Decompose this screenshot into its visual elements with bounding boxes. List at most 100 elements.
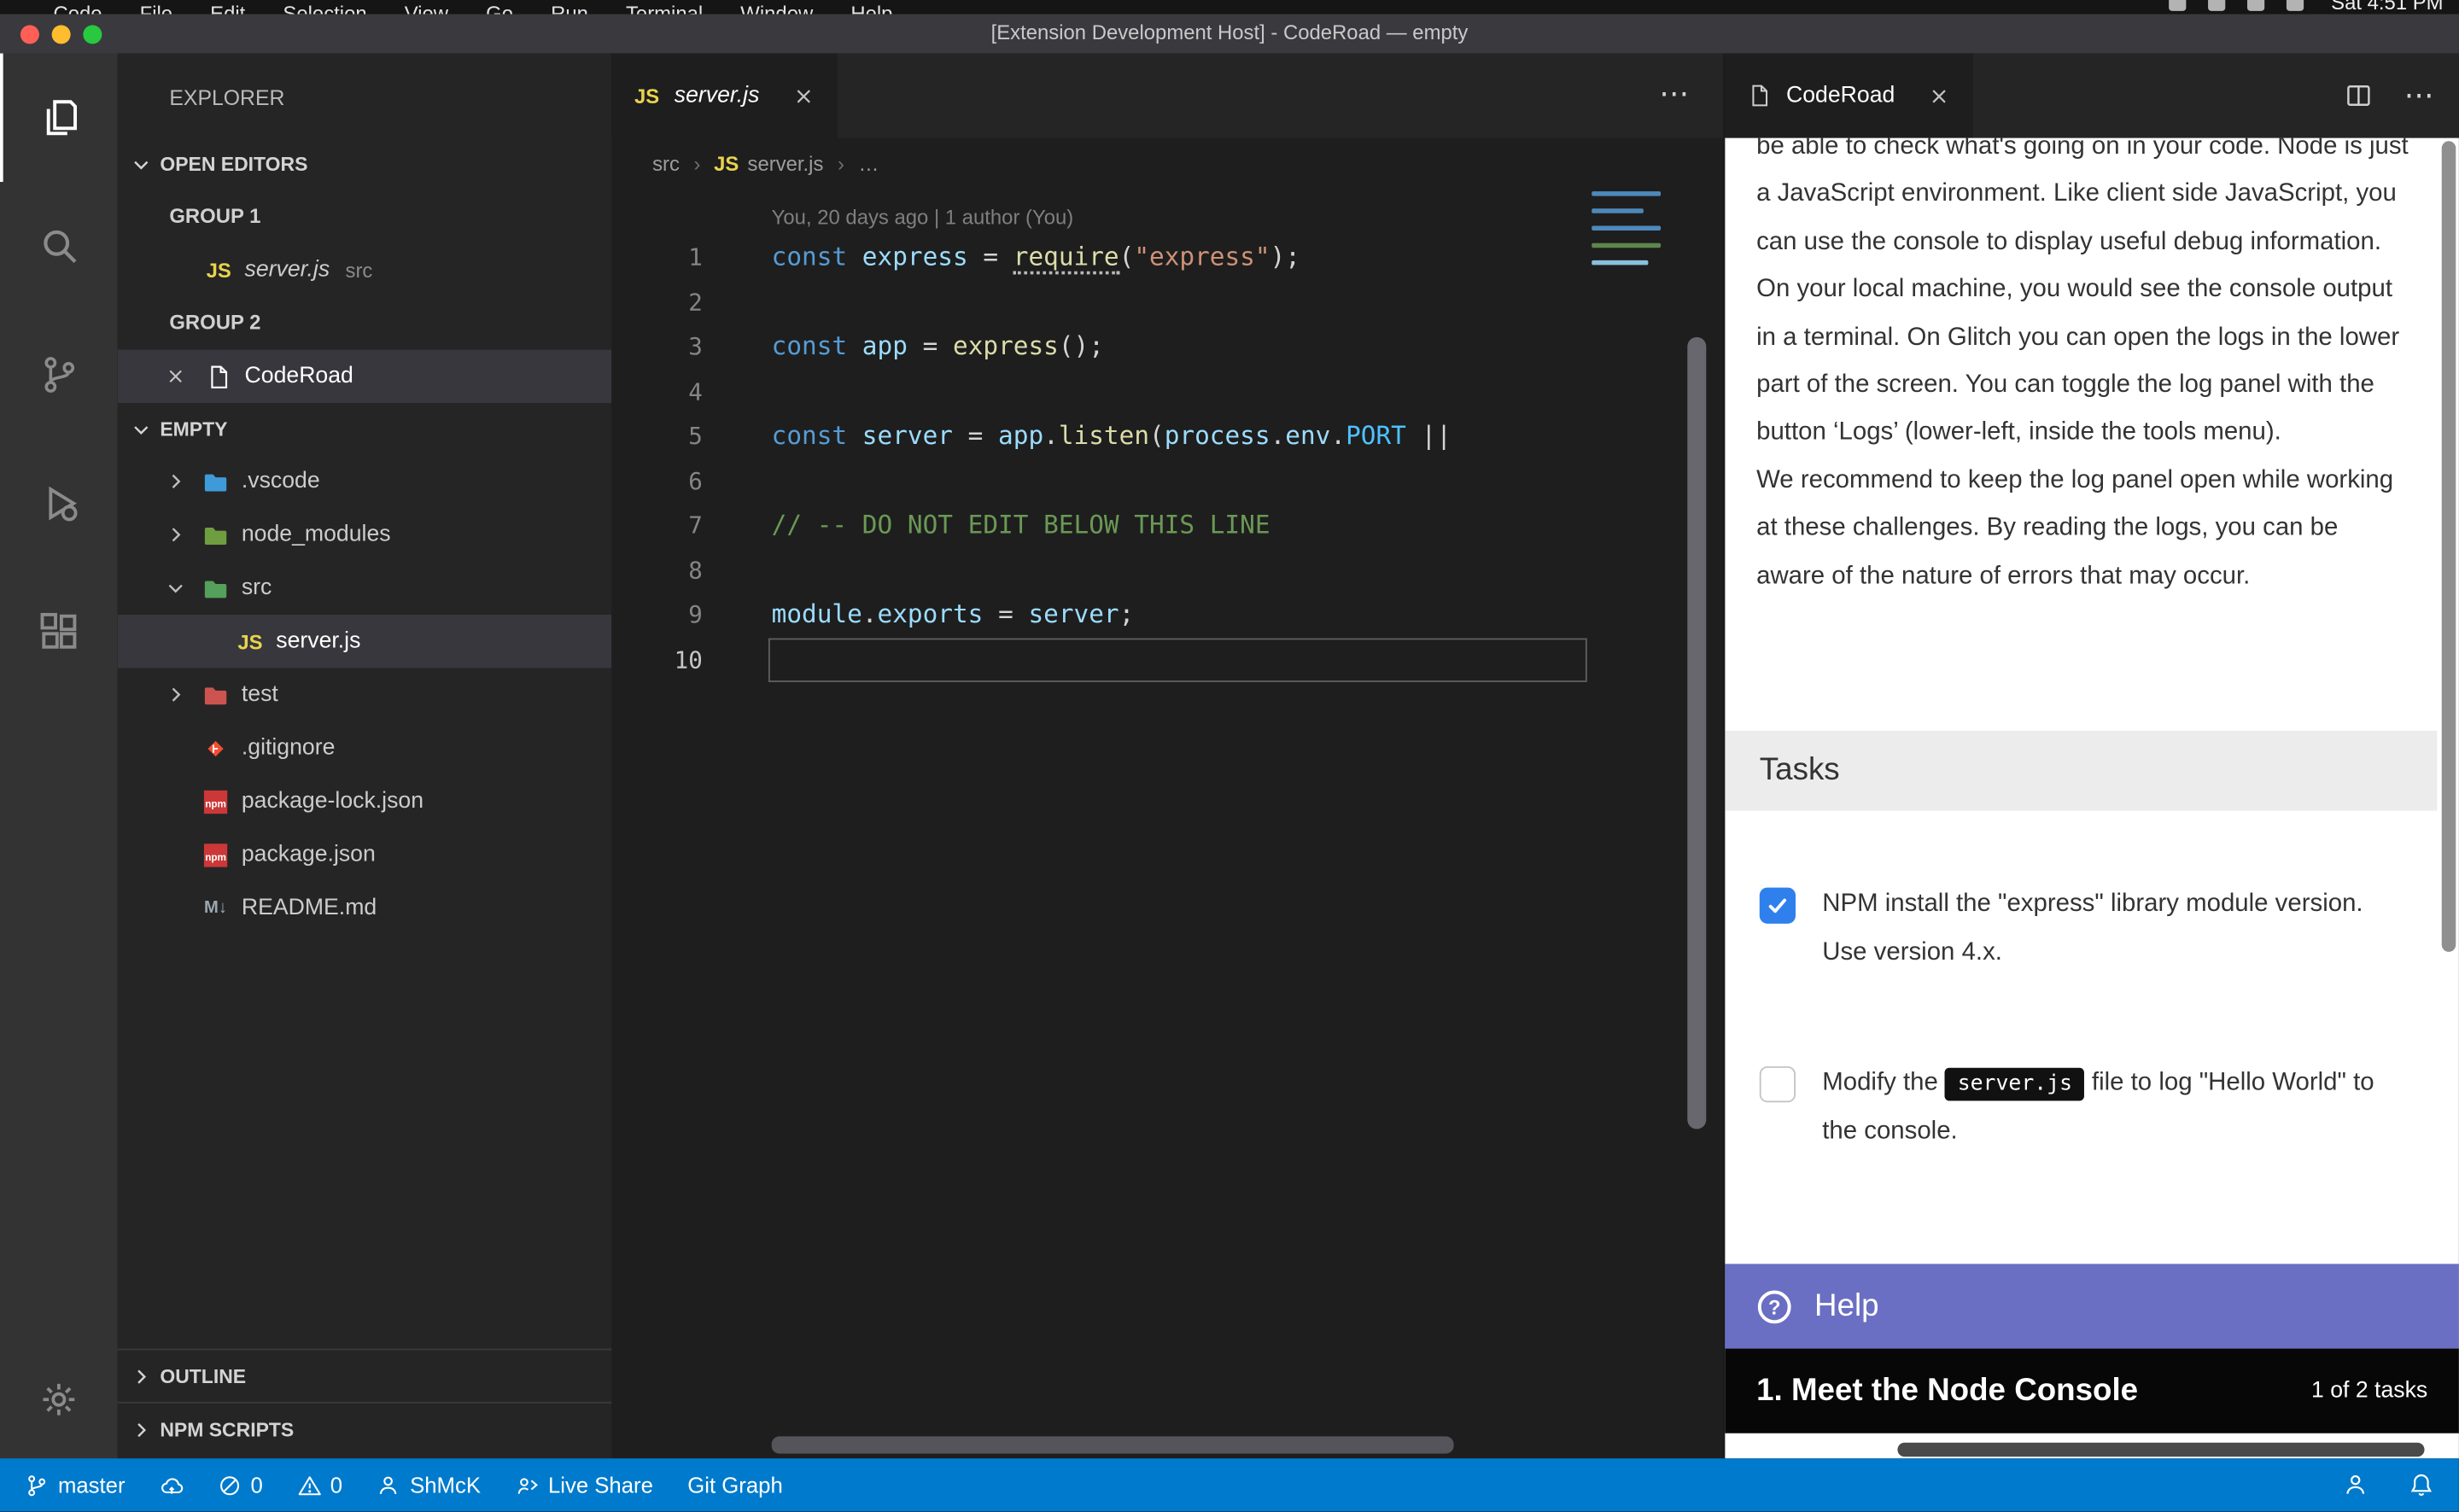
code-line-6[interactable]: 6 xyxy=(611,458,1723,503)
folder-test-icon xyxy=(202,681,229,708)
lesson-footer[interactable]: 1. Meet the Node Console 1 of 2 tasks xyxy=(1725,1349,2459,1433)
activity-source-control[interactable] xyxy=(0,311,118,440)
status-bar: master 0 0 ShMcK Live Share Git Graph xyxy=(0,1458,2459,1511)
status-git-graph[interactable]: Git Graph xyxy=(687,1473,782,1497)
code-line-10[interactable]: 10 xyxy=(611,638,1723,682)
js-file-icon: JS xyxy=(715,151,739,175)
minimap-line xyxy=(1592,235,1665,240)
task-item-1: NPM install the "express" library module… xyxy=(1760,881,2412,977)
code-line-8[interactable]: 8 xyxy=(611,548,1723,593)
menu-status-icon xyxy=(2248,0,2265,11)
sidebar-item-package-json[interactable]: npmpackage.json xyxy=(118,828,612,881)
tab-coderoad[interactable]: CodeRoad xyxy=(1725,53,1973,137)
section-label: NPM SCRIPTS xyxy=(160,1418,294,1440)
sidebar-item-src[interactable]: src xyxy=(118,562,612,615)
editor-horizontal-scrollbar[interactable] xyxy=(772,1436,1454,1453)
code-line-1[interactable]: 1const express = require("express"); xyxy=(611,236,1723,280)
activity-search[interactable] xyxy=(0,182,118,311)
menu-view[interactable]: View xyxy=(386,0,467,15)
menu-run[interactable]: Run xyxy=(532,0,607,15)
minimap-line xyxy=(1592,208,1644,213)
js-file-icon: JS xyxy=(206,256,232,283)
lesson-title: 1. Meet the Node Console xyxy=(1756,1373,2311,1409)
split-editor-icon[interactable] xyxy=(2345,82,2373,110)
code-line-9[interactable]: 9module.exports = server; xyxy=(611,593,1723,637)
open-editor-server-js[interactable]: JSserver.jssrc xyxy=(118,243,612,296)
activity-extensions[interactable] xyxy=(0,568,118,697)
menu-edit[interactable]: Edit xyxy=(191,0,264,15)
status-bar-left: master 0 0 ShMcK Live Share Git Graph xyxy=(25,1473,782,1497)
help-section[interactable]: ? Help xyxy=(1725,1264,2459,1348)
sidebar-item-gitignore[interactable]: .gitignore xyxy=(118,721,612,774)
status-accounts[interactable] xyxy=(2343,1473,2368,1497)
code-line-4[interactable]: 4 xyxy=(611,370,1723,414)
sidebar-item-readme-md[interactable]: M↓README.md xyxy=(118,881,612,934)
sidebar-title: EXPLORER xyxy=(118,53,612,137)
activity-settings[interactable] xyxy=(0,1340,118,1458)
sidebar-item-server-js[interactable]: JSserver.js xyxy=(118,615,612,668)
code-line-5[interactable]: 5const server = app.listen(process.env.P… xyxy=(611,414,1723,458)
sidebar-section-empty[interactable]: EMPTY xyxy=(118,403,612,455)
menu-selection[interactable]: Selection xyxy=(264,0,385,15)
tab-server-js[interactable]: JS server.js xyxy=(611,53,838,137)
status-publish-changes[interactable] xyxy=(160,1474,184,1497)
status-warnings[interactable]: 0 xyxy=(297,1473,342,1497)
code-line-7[interactable]: 7// -- DO NOT EDIT BELOW THIS LINE xyxy=(611,504,1723,548)
sidebar-section-open-editors[interactable]: OPEN EDITORS xyxy=(118,138,612,190)
minimap[interactable] xyxy=(1592,191,1665,277)
editor-group-label-group-2: GROUP 2 xyxy=(118,296,612,349)
menu-window[interactable]: Window xyxy=(721,0,832,15)
live-share-account-icon xyxy=(377,1474,401,1497)
menu-help[interactable]: Help xyxy=(832,0,911,15)
breadcrumb-item-[interactable]: … xyxy=(858,151,879,175)
editor-vertical-scrollbar[interactable] xyxy=(1687,337,1706,1130)
menu-status-icon xyxy=(2170,0,2187,11)
sidebar-item-test[interactable]: test xyxy=(118,668,612,721)
minimap-line xyxy=(1592,252,1665,257)
minimap-line xyxy=(1592,260,1648,266)
menu-file[interactable]: File xyxy=(121,0,192,15)
open-editor-label: server.js xyxy=(245,257,330,282)
minimap-line xyxy=(1592,191,1661,196)
webview-scrollbar[interactable] xyxy=(2442,141,2456,952)
status-live-share[interactable]: Live Share xyxy=(515,1473,653,1497)
menu-terminal[interactable]: Terminal xyxy=(607,0,721,15)
code-line-3[interactable]: 3const app = express(); xyxy=(611,324,1723,369)
sidebar-item-package-lock-json[interactable]: npmpackage-lock.json xyxy=(118,774,612,827)
code-lines: 1const express = require("express");23co… xyxy=(611,236,1723,682)
open-editor-coderoad[interactable]: CodeRoad xyxy=(118,350,612,403)
line-number: 5 xyxy=(611,414,703,458)
file-icon xyxy=(1747,83,1772,108)
activity-explorer[interactable] xyxy=(0,53,118,182)
panel-more-actions[interactable]: ⋯ xyxy=(2404,78,2438,114)
title-bar[interactable]: [Extension Development Host] - CodeRoad … xyxy=(0,15,2459,54)
menu-clock: Sat 4:51 PM xyxy=(2316,0,2444,15)
sidebar-section-npm-scripts[interactable]: NPM SCRIPTS xyxy=(118,1402,612,1455)
sidebar-section-outline[interactable]: OUTLINE xyxy=(118,1349,612,1402)
chevron-right-icon xyxy=(165,684,187,706)
status-live-share-account[interactable]: ShMcK xyxy=(377,1473,481,1497)
editor-more-actions[interactable]: ⋯ xyxy=(1659,53,1692,137)
panel-tab-bar: CodeRoad ⋯ xyxy=(1725,53,2459,137)
task-checkbox-unchecked[interactable] xyxy=(1760,1066,1796,1102)
chevron-right-icon xyxy=(165,523,187,546)
status-notifications[interactable] xyxy=(2409,1473,2433,1497)
close-tab-icon[interactable] xyxy=(792,84,816,108)
git-blame-annotation: You, 20 days ago | 1 author (You) xyxy=(611,201,1723,235)
menu-go[interactable]: Go xyxy=(467,0,532,15)
breadcrumb-item-server-js[interactable]: JSserver.js xyxy=(715,151,823,175)
task-checkbox-checked[interactable] xyxy=(1760,888,1796,924)
lesson-paragraph: We recommend to keep the log panel open … xyxy=(1756,458,2412,601)
folder-node-icon xyxy=(202,522,229,548)
code-editor[interactable]: You, 20 days ago | 1 author (You) 1const… xyxy=(611,188,1723,682)
close-tab-icon[interactable] xyxy=(1928,84,1952,108)
status-errors[interactable]: 0 xyxy=(218,1473,263,1497)
code-line-2[interactable]: 2 xyxy=(611,280,1723,324)
svg-text:npm: npm xyxy=(205,797,226,809)
sidebar-item-node-modules[interactable]: node_modules xyxy=(118,508,612,561)
sidebar-item-vscode[interactable]: .vscode xyxy=(118,455,612,508)
menu-code[interactable]: Code xyxy=(34,0,120,15)
status-git-branch[interactable]: master xyxy=(25,1473,125,1497)
breadcrumb-item-src[interactable]: src xyxy=(652,151,680,175)
activity-run-debug[interactable] xyxy=(0,439,118,568)
